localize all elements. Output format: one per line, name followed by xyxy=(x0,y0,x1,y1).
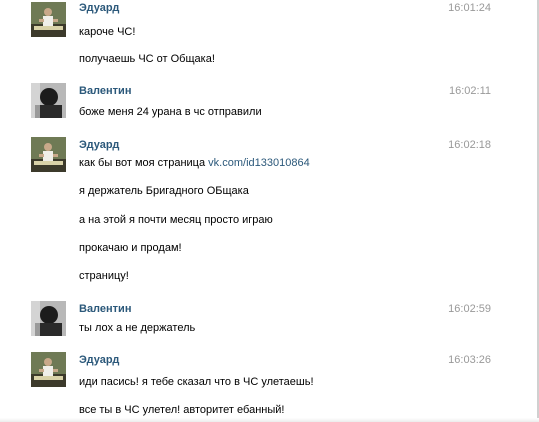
author-name[interactable]: Валентин xyxy=(79,85,131,98)
message-text: страницу! xyxy=(79,270,129,282)
message-text: а на этой я почти месяц просто играю xyxy=(79,214,273,226)
message-text-part: как бы вот моя страница xyxy=(79,157,206,169)
message-text: как бы вот моя страница vk.com/id1330108… xyxy=(79,157,310,170)
message-text: все ты в ЧС улетел! авторитет ебанный! xyxy=(79,404,285,416)
message-time: 16:02:59 xyxy=(448,303,491,315)
author-name[interactable]: Эдуард xyxy=(79,139,119,152)
avatar[interactable] xyxy=(31,137,66,172)
message-text: иди пасись! я тебе сказал что в ЧС улета… xyxy=(79,376,314,388)
message-text: получаешь ЧС от Общака! xyxy=(79,53,215,65)
avatar[interactable] xyxy=(31,301,66,336)
eduard-avatar-image xyxy=(31,137,66,172)
message-text: прокачаю и продам! xyxy=(79,242,182,254)
valentin-avatar-image xyxy=(31,301,66,336)
message-time: 16:01:24 xyxy=(448,2,491,14)
eduard-avatar-image xyxy=(31,2,66,37)
message-time: 16:02:11 xyxy=(448,85,491,97)
avatar[interactable] xyxy=(31,83,66,118)
message-text: я держатель Бригадного ОБщака xyxy=(79,185,249,197)
valentin-avatar-image xyxy=(31,83,66,118)
message-text: ты лох а не держатель xyxy=(79,322,196,334)
eduard-avatar-image xyxy=(31,352,66,387)
bottom-edge xyxy=(0,418,539,422)
avatar[interactable] xyxy=(31,352,66,387)
author-name[interactable]: Эдуард xyxy=(79,354,119,367)
author-name[interactable]: Валентин xyxy=(79,303,131,316)
profile-link[interactable]: vk.com/id133010864 xyxy=(208,157,310,169)
message-time: 16:03:26 xyxy=(448,354,491,366)
message-text: боже меня 24 урана в чс отправили xyxy=(79,106,262,118)
author-name[interactable]: Эдуард xyxy=(79,2,119,15)
avatar[interactable] xyxy=(31,2,66,37)
message-text: кароче ЧС! xyxy=(79,26,136,38)
message-time: 16:02:18 xyxy=(448,139,491,151)
